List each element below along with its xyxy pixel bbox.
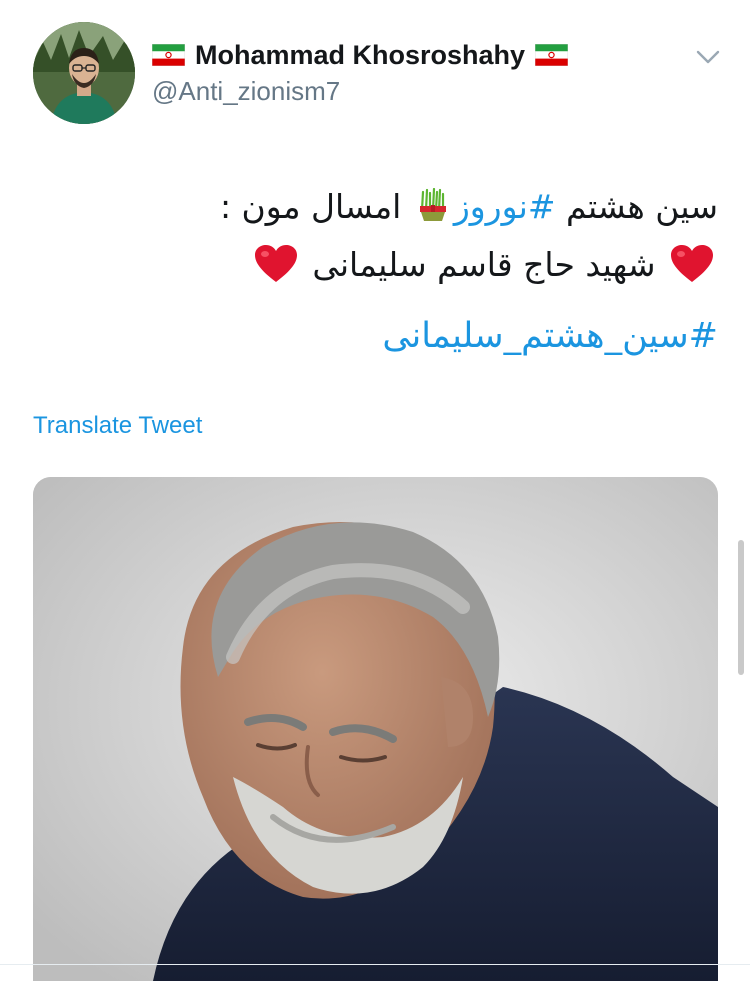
red-heart-icon bbox=[670, 244, 714, 284]
tweet-text-segment: سین هشتم bbox=[555, 187, 718, 226]
divider bbox=[0, 964, 750, 965]
red-heart-icon bbox=[254, 244, 298, 284]
author-avatar[interactable] bbox=[33, 22, 135, 124]
tweet-text-segment: شهید حاج قاسم سلیمانی bbox=[301, 245, 666, 284]
tweet-text-segment: امسال مون : bbox=[219, 187, 412, 226]
translate-tweet-link[interactable]: Translate Tweet bbox=[33, 412, 202, 440]
iran-flag-icon bbox=[151, 43, 186, 67]
hashtag-soleimani-link[interactable]: #سین_هشتم_سلیمانی bbox=[382, 316, 718, 356]
tweet-media-photo[interactable] bbox=[33, 477, 718, 981]
author-handle[interactable]: @Anti_zionism7 bbox=[152, 76, 340, 107]
hashtag-nowruz-link[interactable]: #نوروز bbox=[454, 187, 556, 226]
avatar-photo bbox=[33, 22, 135, 124]
portrait-photo bbox=[33, 477, 718, 981]
author-name-row[interactable]: Mohammad Khosroshahy bbox=[151, 36, 569, 74]
iran-flag-icon bbox=[534, 43, 569, 67]
chevron-down-icon[interactable] bbox=[694, 44, 722, 68]
tweet-line-1: سین هشتم #نوروز امسال مون : bbox=[118, 178, 718, 236]
tweet-line-2: شهید حاج قاسم سلیمانی bbox=[118, 236, 718, 294]
tweet-text: سین هشتم #نوروز امسال مون : شهید حاج قاس… bbox=[118, 178, 718, 294]
scrollbar-thumb[interactable] bbox=[738, 540, 744, 675]
author-display-name[interactable]: Mohammad Khosroshahy bbox=[195, 40, 525, 71]
sabzeh-icon bbox=[418, 182, 448, 221]
